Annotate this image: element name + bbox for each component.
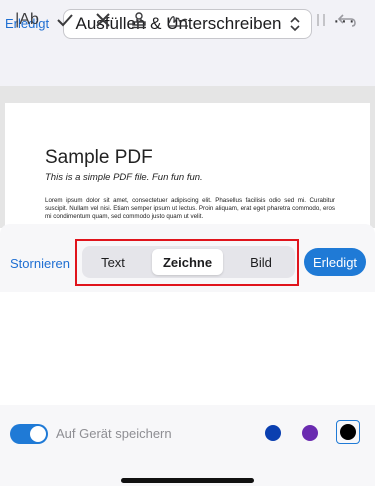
stamp-icon[interactable] [128,0,150,40]
done-button[interactable]: Erledigt [304,248,366,276]
save-on-device-label: Auf Gerät speichern [56,426,172,441]
color-swatch-purple[interactable] [302,425,318,441]
pdf-subtitle: This is a simple PDF file. Fun fun fun. [45,172,203,183]
color-swatch-black-selected[interactable] [336,420,360,444]
tab-draw[interactable]: Zeichne [152,249,223,275]
home-indicator [121,478,254,483]
text-tool-label: |Ab [15,11,39,28]
cross-icon[interactable] [92,0,114,40]
options-row [0,405,375,486]
color-swatch-black [340,424,356,440]
document-area: Sample PDF This is a simple PDF file. Fu… [0,86,375,228]
signature-icon[interactable] [166,0,190,40]
save-on-device-toggle[interactable] [10,424,48,444]
checkmark-icon[interactable] [54,0,76,40]
input-mode-segmented-control: Text Zeichne Bild [82,246,295,278]
cancel-button[interactable]: Stornieren [10,256,70,271]
pdf-page[interactable]: Sample PDF This is a simple PDF file. Fu… [5,103,370,228]
pdf-title: Sample PDF [45,147,153,168]
fill-sign-toolbar [0,46,375,86]
color-swatch-blue[interactable] [265,425,281,441]
undo-icon[interactable] [335,0,359,40]
drawing-canvas[interactable] [0,292,375,405]
chevron-up-down-icon [289,16,300,32]
tab-image[interactable]: Bild [230,249,292,275]
pause-icon [314,0,328,40]
pdf-body-text: Lorem ipsum dolor sit amet, consectetuer… [45,197,335,220]
tab-text[interactable]: Text [85,249,141,275]
text-icon[interactable]: |Ab [10,0,44,40]
toggle-knob [30,426,46,442]
